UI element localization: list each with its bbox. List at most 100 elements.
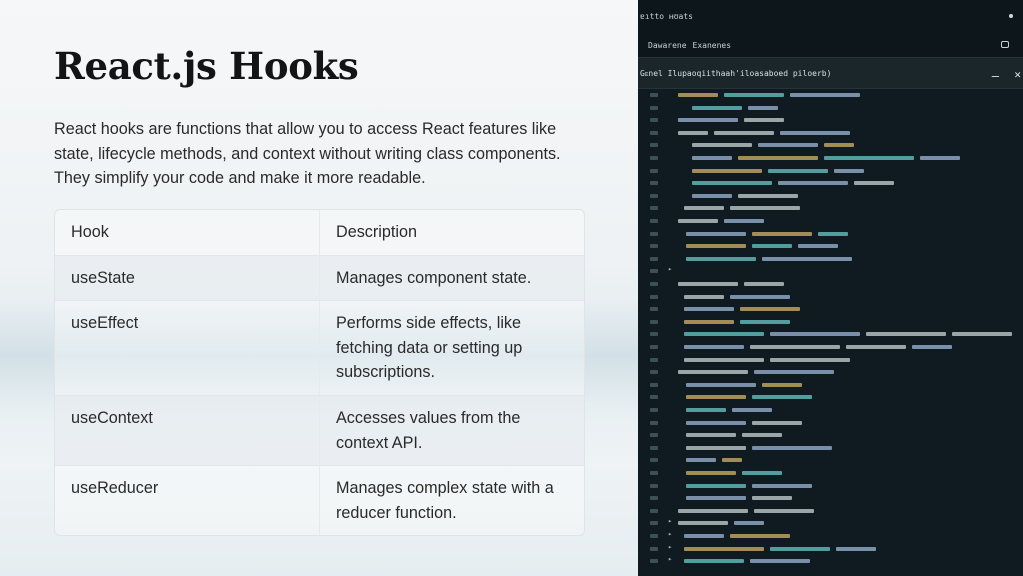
code-token: [742, 471, 782, 475]
code-token: [770, 546, 830, 551]
editor-window-title: ɐıtto ʜʊats: [640, 12, 693, 21]
code-token: [752, 483, 812, 488]
line-number: [650, 370, 658, 375]
line-number: [650, 181, 658, 186]
line-number: [650, 408, 658, 412]
fold-arrow-icon[interactable]: ▸: [668, 517, 672, 525]
table-row: useEffect Performs side effects, like fe…: [55, 300, 584, 395]
code-token: [750, 559, 810, 564]
line-number: [650, 521, 658, 526]
code-token: [790, 93, 860, 97]
code-editor-screenshot: ɐıtto ʜʊats Dawarene Exanenes Gᴇnel Ilup…: [638, 0, 1023, 576]
code-token: [684, 319, 734, 324]
fold-arrow-icon[interactable]: ▸: [668, 530, 672, 538]
code-token: [678, 521, 728, 526]
editor-tab[interactable]: Gᴇnel Ilupaoqiithaah'iloasaboed piloerb)…: [638, 57, 1023, 89]
line-number: [650, 105, 658, 110]
line-number: [650, 269, 658, 274]
hook-name: useContext: [55, 395, 320, 466]
code-token: [678, 508, 748, 513]
line-number: [650, 345, 658, 349]
code-token: [740, 319, 790, 324]
line-number: [650, 244, 658, 249]
code-token: [684, 559, 744, 564]
hook-description: Performs side effects, like fetching dat…: [336, 314, 523, 382]
line-number: [650, 382, 658, 387]
line-number: [650, 420, 658, 425]
code-token: [768, 168, 828, 173]
line-number: [650, 483, 658, 488]
code-token: [752, 231, 812, 236]
slide-content: React.js Hooks React hooks are functions…: [0, 0, 638, 576]
code-token: [752, 445, 832, 450]
line-number: [650, 445, 658, 450]
code-token: [684, 345, 744, 349]
code-area: ▸ ▸ ▸ ▸ ▸: [638, 90, 1023, 576]
code-token: [686, 483, 746, 488]
code-token: [770, 357, 850, 362]
code-token: [678, 93, 718, 97]
line-number: [650, 256, 658, 261]
line-number: [650, 319, 658, 324]
hook-name: useReducer: [55, 466, 320, 536]
table-row: useContext Accesses values from the cont…: [55, 394, 584, 466]
code-token: [732, 408, 772, 412]
code-token: [692, 168, 762, 173]
code-token: [678, 118, 738, 123]
code-token: [686, 458, 716, 463]
code-token: [754, 370, 834, 375]
line-number: [650, 93, 658, 97]
menu-item[interactable]: Exanenes: [693, 41, 732, 50]
hook-description: Manages component state.: [336, 268, 532, 287]
code-token: [734, 521, 764, 526]
hook-name: useEffect: [55, 301, 320, 395]
header-hook: Hook: [55, 210, 320, 255]
line-number: [650, 546, 658, 551]
code-token: [692, 143, 752, 148]
line-number: [650, 130, 658, 135]
slide-title: React.js Hooks: [54, 44, 359, 88]
line-number: [650, 559, 658, 564]
line-number: [650, 332, 658, 337]
code-token: [742, 433, 782, 438]
line-number: [650, 282, 658, 286]
code-token: [686, 256, 756, 261]
code-token: [854, 181, 894, 186]
code-token: [952, 332, 1012, 337]
code-token: [692, 181, 772, 186]
code-token: [738, 193, 798, 198]
code-token: [686, 496, 746, 501]
editor-title-bar: ɐıtto ʜʊats: [638, 0, 1023, 33]
code-token: [724, 219, 764, 223]
code-token: [686, 231, 746, 236]
fold-arrow-icon[interactable]: ▸: [668, 555, 672, 563]
code-token: [686, 420, 746, 425]
hook-name: useState: [55, 255, 320, 301]
line-number: [650, 156, 658, 160]
code-token: [692, 105, 742, 110]
line-number-gutter: [638, 90, 664, 576]
code-token: [752, 244, 792, 249]
line-number: [650, 219, 658, 223]
code-token: [752, 395, 812, 400]
line-number: [650, 143, 658, 148]
code-token: [920, 156, 960, 160]
line-number: [650, 508, 658, 513]
camera-icon[interactable]: [1001, 41, 1009, 48]
line-number: [650, 231, 658, 236]
code-token: [678, 219, 718, 223]
code-token: [684, 307, 734, 312]
fold-arrow-icon[interactable]: ▸: [668, 265, 672, 273]
minimize-icon[interactable]: –: [992, 69, 999, 83]
code-token: [750, 345, 840, 349]
code-token: [730, 534, 790, 538]
table-row: useState Manages component state.: [55, 254, 584, 301]
line-number: [650, 118, 658, 123]
code-token: [824, 156, 914, 160]
close-icon[interactable]: ✕: [1014, 68, 1021, 81]
menu-item[interactable]: Dawarene: [648, 41, 687, 50]
code-token: [836, 546, 876, 551]
code-token: [744, 282, 784, 286]
code-token: [740, 307, 800, 312]
fold-arrow-icon[interactable]: ▸: [668, 543, 672, 551]
